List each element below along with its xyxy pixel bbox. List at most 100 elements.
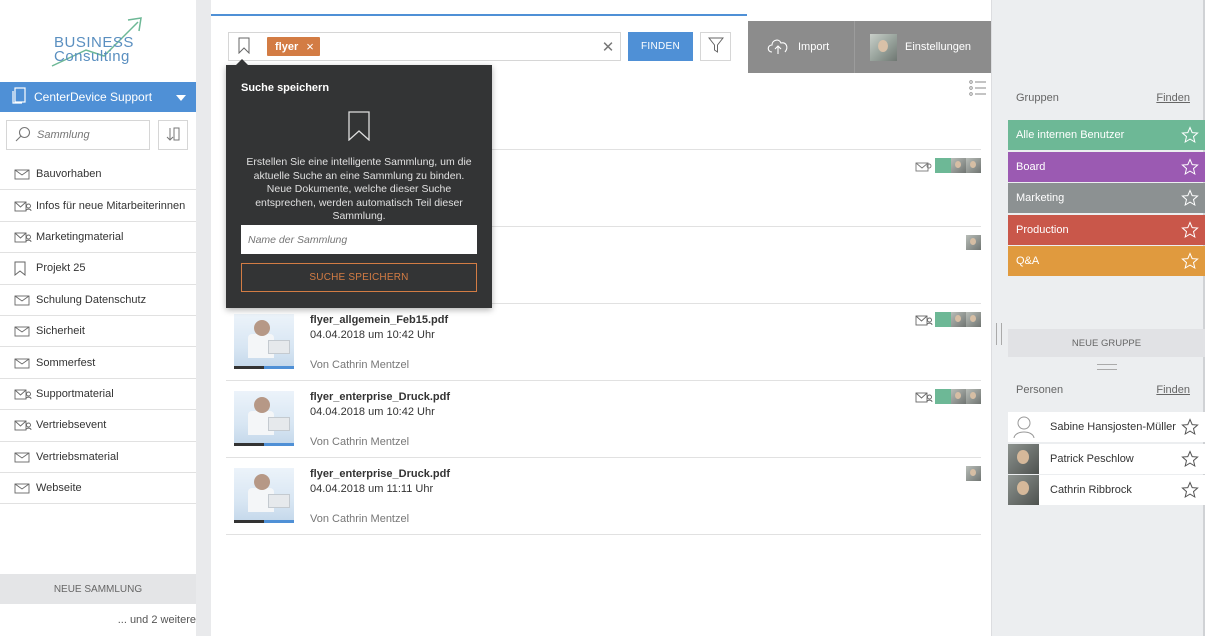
list-view-icon (969, 79, 987, 99)
star-icon[interactable] (1181, 189, 1199, 210)
sidebar-item[interactable]: Bauvorhaben (0, 159, 196, 191)
avatar (1008, 443, 1039, 474)
popover-title: Suche speichern (241, 82, 330, 94)
sidebar-item[interactable]: Infos für neue Mitarbeiterinnen (0, 190, 196, 222)
document-name[interactable]: flyer_allgemein_Feb15.pdf (310, 314, 448, 326)
group-label: Alle internen Benutzer (1016, 129, 1125, 141)
shared-envelope-icon (14, 199, 32, 213)
sidebar-item[interactable]: Schulung Datenschutz (0, 285, 196, 316)
main-content: flyer × ✕ FINDEN Import Einstellungen fl… (211, 0, 991, 636)
person-name: Patrick Peschlow (1050, 452, 1134, 465)
sidebar-item[interactable]: Vertriebsmaterial (0, 442, 196, 473)
sidebar-item[interactable]: Webseite (0, 473, 196, 505)
star-icon[interactable] (1181, 418, 1199, 439)
document-row[interactable]: flyer_enterprise_Druck.pdf 04.04.2018 um … (226, 458, 981, 535)
settings-label: Einstellungen (905, 41, 972, 53)
persons-find-link[interactable]: Finden (1156, 384, 1190, 396)
sort-button[interactable] (158, 120, 188, 150)
import-button[interactable]: Import (748, 21, 854, 73)
group-label: Board (1016, 160, 1046, 173)
chevron-down-icon (176, 95, 186, 101)
shared-envelope-icon (14, 230, 32, 244)
groups-find-link[interactable]: Finden (1156, 92, 1190, 104)
search-icon (15, 126, 31, 145)
document-thumbnail (234, 314, 294, 369)
save-search-submit-button[interactable]: SUCHE SPEICHERN (241, 263, 477, 292)
document-row[interactable]: flyer_allgemein_Feb15.pdf 04.04.2018 um 1… (226, 304, 981, 381)
find-button[interactable]: FINDEN (628, 32, 693, 61)
person-item[interactable]: Cathrin Ribbrock (1008, 475, 1205, 505)
document-date: 04.04.2018 um 10:42 Uhr (310, 406, 435, 418)
share-indicators (915, 312, 981, 327)
space-selector[interactable]: CenterDevice Support (0, 82, 196, 112)
group-color-chip (935, 312, 951, 327)
new-group-button[interactable]: NEUE GRUPPE (1008, 329, 1205, 357)
user-avatar (966, 235, 981, 250)
collections-sidebar: BUSINESS Consulting CenterDevice Support (0, 0, 196, 636)
envelope-icon (14, 450, 32, 464)
resize-handle[interactable] (996, 323, 1002, 345)
search-bar[interactable]: flyer × ✕ (228, 32, 621, 61)
shared-envelope-icon (915, 314, 933, 326)
collection-search-input[interactable] (37, 129, 137, 141)
sidebar-item[interactable]: Projekt 25 (0, 253, 196, 285)
star-icon[interactable] (1181, 126, 1199, 147)
search-tag[interactable]: flyer × (267, 37, 320, 56)
sidebar-item[interactable]: Sommerfest (0, 347, 196, 379)
document-row[interactable]: flyer_enterprise_Druck.pdf 04.04.2018 um … (226, 381, 981, 458)
sidebar-item[interactable]: Sicherheit (0, 316, 196, 348)
sidebar-item-label: Supportmaterial (36, 387, 114, 400)
sidebar-item[interactable]: Supportmaterial (0, 379, 196, 411)
user-outline-icon (1008, 412, 1039, 442)
sidebar-item-label: Vertriebsmaterial (36, 450, 119, 463)
user-avatar (966, 312, 981, 327)
sidebar-item-label: Vertriebsevent (36, 419, 107, 432)
list-view-button[interactable] (967, 78, 989, 100)
document-author: Von Cathrin Mentzel (310, 436, 410, 448)
clear-search-icon[interactable]: ✕ (600, 39, 616, 56)
sharing-sidebar: Gruppen Finden Alle internen Benutzer Boa… (991, 0, 1205, 636)
person-item[interactable]: Patrick Peschlow (1008, 443, 1205, 474)
share-indicators (966, 235, 981, 250)
collection-name-input[interactable] (241, 225, 477, 254)
documents-icon (12, 87, 26, 107)
star-icon[interactable] (1181, 252, 1199, 273)
document-name[interactable]: flyer_enterprise_Druck.pdf (310, 468, 450, 480)
settings-button[interactable]: Einstellungen (854, 21, 991, 73)
collection-search[interactable] (6, 120, 150, 150)
document-date: 04.04.2018 um 11:11 Uhr (310, 483, 434, 495)
collection-list: Bauvorhaben Infos für neue Mitarbeiterinn… (0, 159, 196, 505)
user-avatar (966, 466, 981, 481)
sort-icon (165, 126, 181, 145)
group-item[interactable]: Marketing (1008, 183, 1205, 213)
company-logo: BUSINESS Consulting (46, 16, 150, 72)
person-item[interactable]: Sabine Hansjosten-Müller (1008, 412, 1205, 442)
sidebar-item[interactable]: Marketingmaterial (0, 222, 196, 254)
save-search-button[interactable] (229, 33, 258, 60)
star-icon[interactable] (1181, 449, 1199, 471)
filter-button[interactable] (700, 32, 731, 61)
resize-handle[interactable] (1097, 364, 1117, 370)
sidebar-item-label: Schulung Datenschutz (36, 293, 147, 306)
sidebar-item[interactable]: Vertriebsevent (0, 410, 196, 442)
person-name: Cathrin Ribbrock (1050, 484, 1132, 496)
user-avatar (966, 389, 981, 404)
group-item[interactable]: Alle internen Benutzer (1008, 120, 1205, 150)
remove-tag-icon[interactable]: × (306, 40, 314, 53)
user-avatar (951, 158, 966, 173)
star-icon[interactable] (1181, 157, 1199, 179)
sidebar-item-label: Webseite (36, 482, 82, 495)
group-item[interactable]: Board (1008, 151, 1205, 182)
sidebar-item-label: Bauvorhaben (36, 168, 102, 181)
share-indicators (915, 389, 981, 404)
group-item[interactable]: Production (1008, 214, 1205, 245)
group-item[interactable]: Q&A (1008, 246, 1205, 276)
groups-heading: Gruppen (1016, 92, 1059, 104)
more-collections-link[interactable]: ... und 2 weitere (0, 614, 196, 626)
star-icon[interactable] (1181, 481, 1199, 502)
sidebar-item-label: Sicherheit (36, 325, 85, 338)
sidebar-item-label: Sommerfest (36, 356, 96, 369)
star-icon[interactable] (1181, 220, 1199, 242)
new-collection-button[interactable]: NEUE SAMMLUNG (0, 574, 196, 604)
document-name[interactable]: flyer_enterprise_Druck.pdf (310, 391, 450, 403)
